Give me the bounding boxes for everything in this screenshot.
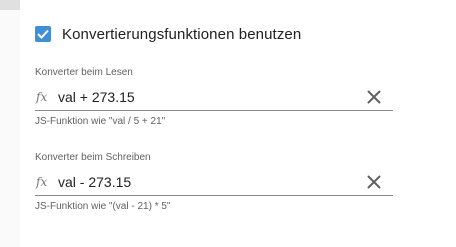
- read-converter-input-row[interactable]: fx: [35, 84, 393, 111]
- converter-settings-panel: Konvertierungsfunktionen benutzen Konver…: [0, 0, 456, 247]
- left-edge-strip: [0, 0, 20, 247]
- use-conversion-functions-option[interactable]: Konvertierungsfunktionen benutzen: [35, 24, 301, 44]
- function-icon: fx: [36, 175, 48, 189]
- write-converter-input[interactable]: [58, 174, 393, 190]
- use-conversion-functions-label: Konvertierungsfunktionen benutzen: [62, 25, 302, 43]
- read-converter-clear-button[interactable]: [367, 90, 381, 104]
- close-icon: [367, 90, 381, 104]
- write-converter-clear-button[interactable]: [367, 175, 381, 189]
- close-icon: [367, 175, 381, 189]
- read-converter-helper-text: JS-Funktion wie "val / 5 + 21": [35, 116, 166, 127]
- write-converter-label: Konverter beim Schreiben: [35, 152, 151, 163]
- left-edge-corner: [0, 0, 20, 10]
- read-converter-label: Konverter beim Lesen: [35, 67, 133, 78]
- function-icon: fx: [36, 90, 48, 104]
- read-converter-field: Konverter beim Lesen fx JS-Funktion wie …: [35, 66, 393, 129]
- write-converter-input-row[interactable]: fx: [35, 169, 393, 196]
- write-converter-helper-text: JS-Funktion wie "(val - 21) * 5": [35, 201, 171, 212]
- read-converter-input[interactable]: [58, 89, 393, 105]
- use-conversion-functions-checkbox[interactable]: [35, 26, 51, 42]
- write-converter-field: Konverter beim Schreiben fx JS-Funktion …: [35, 151, 393, 214]
- checkmark-icon: [37, 29, 49, 39]
